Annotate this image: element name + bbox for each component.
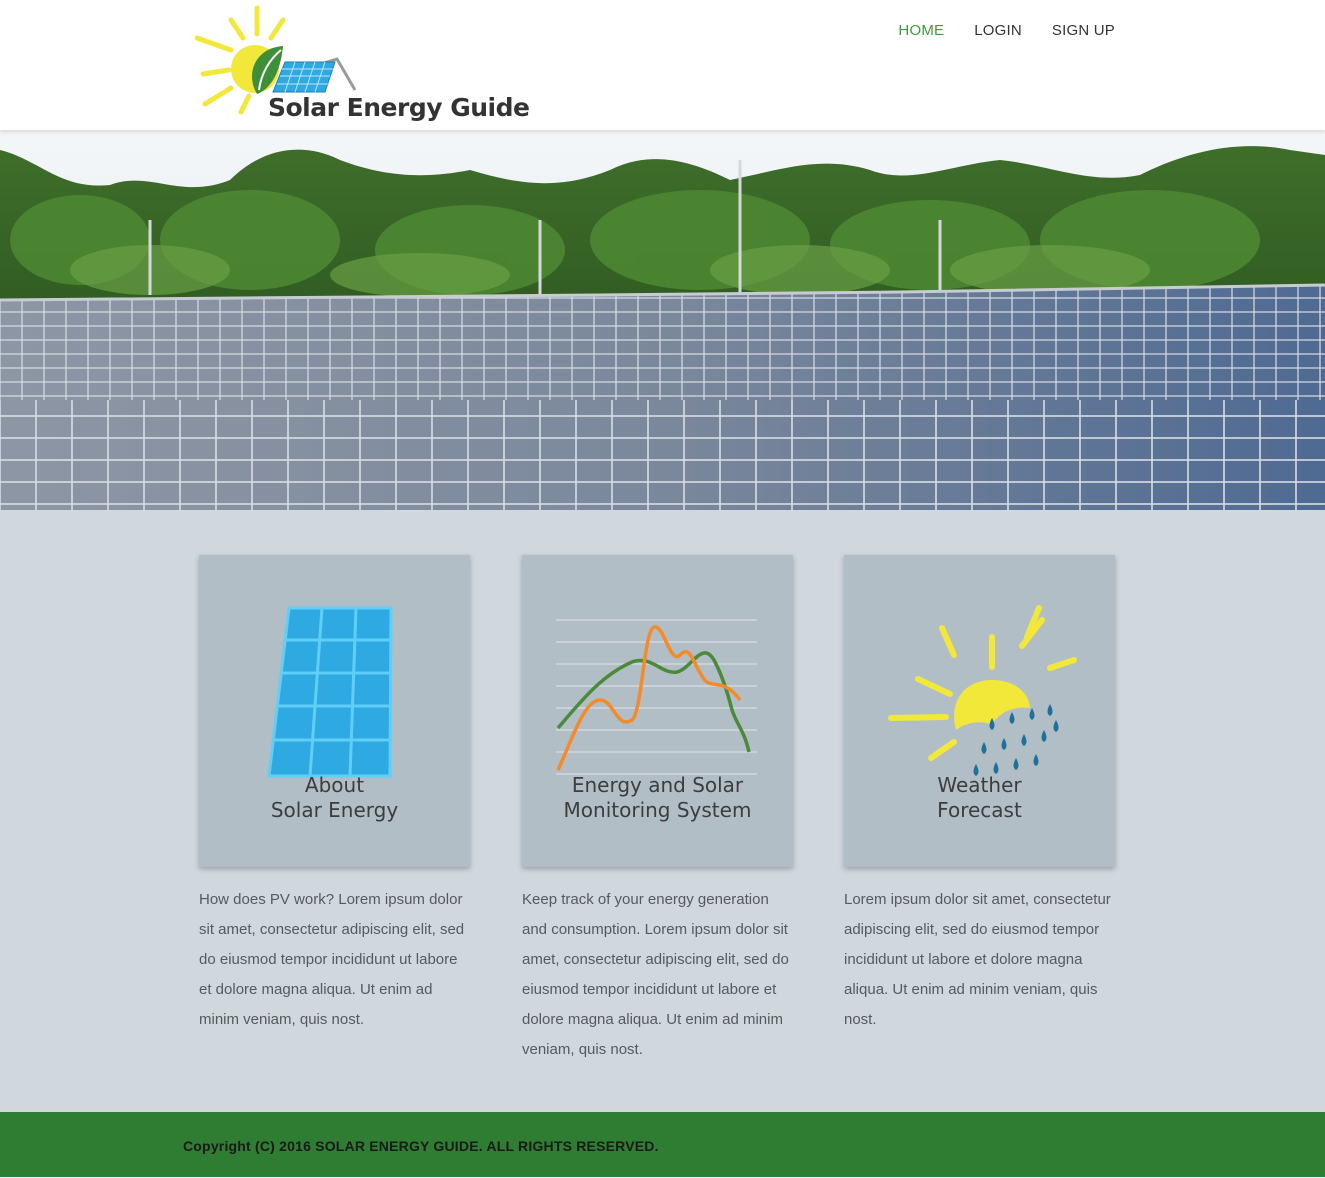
site-footer: Copyright (C) 2016 SOLAR ENERGY GUIDE. A… bbox=[0, 1112, 1325, 1177]
feature-card-weather[interactable]: Weather Forecast bbox=[844, 555, 1115, 867]
solar-panel-icon bbox=[267, 606, 393, 778]
feature-card-about-solar[interactable]: About Solar Energy bbox=[199, 555, 470, 867]
logo-text: Solar Energy Guide bbox=[268, 93, 530, 122]
nav-login[interactable]: LOGIN bbox=[974, 22, 1022, 39]
feature-description: Keep track of your energy generation and… bbox=[522, 891, 789, 1058]
feature-card-monitoring[interactable]: Energy and Solar Monitoring System bbox=[522, 555, 793, 867]
card-title: Weather Forecast bbox=[937, 773, 1022, 822]
sun-rain-icon bbox=[888, 605, 1077, 776]
feature-description: How does PV work? Lorem ipsum dolor sit … bbox=[199, 891, 465, 1028]
nav-sign-up[interactable]: SIGN UP bbox=[1052, 22, 1115, 39]
line-chart-icon bbox=[556, 619, 757, 775]
card-title: Energy and Solar Monitoring System bbox=[563, 773, 752, 822]
hero-solar-farm-image bbox=[0, 130, 1325, 510]
solar-farm-photo bbox=[0, 130, 1325, 510]
site-header: Solar Energy Guide HOME LOGIN SIGN UP bbox=[0, 0, 1325, 130]
card-title: About Solar Energy bbox=[270, 773, 399, 822]
copyright-text: Copyright (C) 2016 SOLAR ENERGY GUIDE. A… bbox=[183, 1138, 659, 1154]
features-section: About Solar Energy How does PV work? Lor… bbox=[0, 510, 1325, 1112]
main-nav: HOME LOGIN SIGN UP bbox=[898, 22, 1115, 39]
nav-home[interactable]: HOME bbox=[898, 22, 944, 39]
feature-description: Lorem ipsum dolor sit amet, consectetur … bbox=[844, 891, 1111, 1028]
